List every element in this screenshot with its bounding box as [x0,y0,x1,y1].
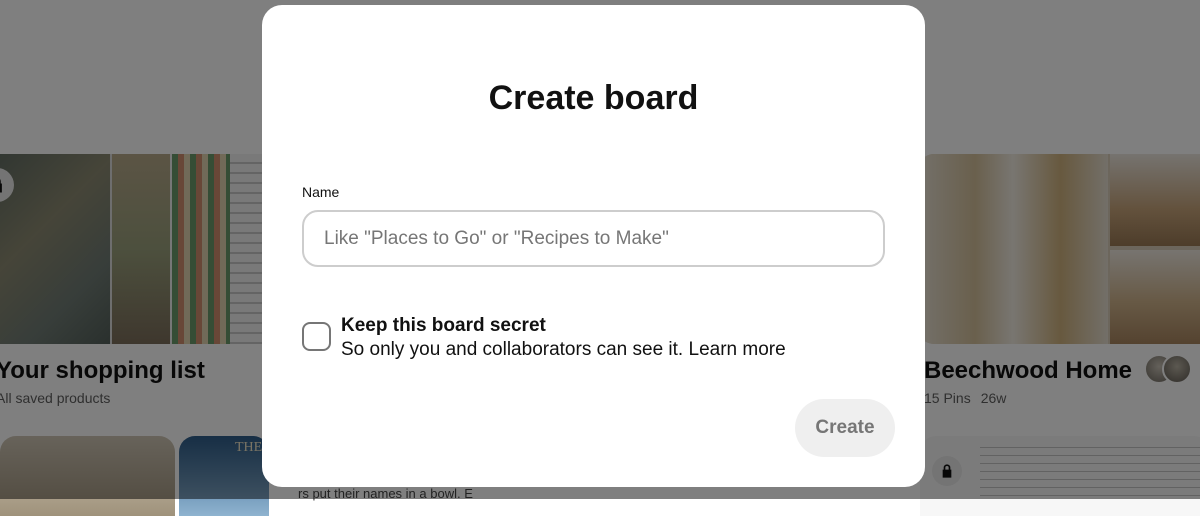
secret-option-title: Keep this board secret [341,315,546,336]
secret-description-text: So only you and collaborators can see it… [341,339,684,360]
secret-option: Keep this board secret So only you and c… [302,315,862,371]
create-board-dialog: Create board Name Keep this board secret… [262,5,925,487]
name-label: Name [302,184,340,200]
secret-checkbox[interactable] [302,322,331,351]
dialog-title: Create board [488,79,699,117]
create-button[interactable]: Create [795,399,895,457]
secret-option-description: So only you and collaborators can see it… [341,339,786,361]
board-name-input[interactable] [302,210,885,267]
learn-more-link[interactable]: Learn more [689,339,786,360]
